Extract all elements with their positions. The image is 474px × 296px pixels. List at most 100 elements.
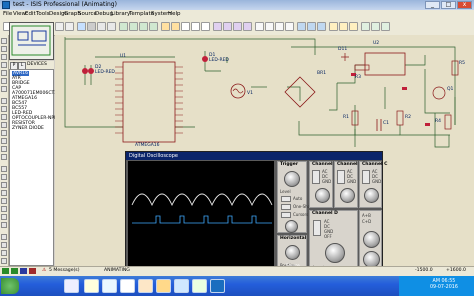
- rotate-cw-icon[interactable]: [1, 234, 7, 240]
- block-move-icon[interactable]: [223, 22, 232, 31]
- trigger-one-shot-switch[interactable]: [281, 204, 291, 210]
- menu-edit[interactable]: Edit: [25, 11, 36, 18]
- taskbar-folder-icon[interactable]: [156, 279, 171, 293]
- package-tool-icon[interactable]: [275, 22, 284, 31]
- taskbar-skype-icon[interactable]: [102, 279, 117, 293]
- digital-oscilloscope-window[interactable]: Digital Oscilloscope Trigger Level Auto …: [125, 151, 387, 273]
- trigger-source-knob[interactable]: [285, 220, 298, 233]
- component-mode-icon[interactable]: [1, 46, 7, 52]
- property-tool-icon[interactable]: [317, 22, 326, 31]
- 2d-line-mode-icon[interactable]: [1, 166, 7, 172]
- 2d-arc-mode-icon[interactable]: [1, 190, 7, 196]
- area-icon[interactable]: [65, 22, 74, 31]
- undo-icon[interactable]: [161, 22, 170, 31]
- search-icon[interactable]: [307, 22, 316, 31]
- new-sheet-icon[interactable]: [329, 22, 338, 31]
- cut-icon[interactable]: [181, 22, 190, 31]
- block-copy-icon[interactable]: [213, 22, 222, 31]
- maximize-button[interactable]: □: [441, 1, 456, 9]
- virtual-instruments-mode-icon[interactable]: [1, 154, 7, 160]
- close-button[interactable]: x: [457, 1, 472, 9]
- voltage-probe-mode-icon[interactable]: [1, 138, 7, 144]
- taskbar-media-icon[interactable]: [120, 279, 135, 293]
- bus-mode-icon[interactable]: [1, 78, 7, 84]
- origin-icon[interactable]: [97, 22, 106, 31]
- 2d-symbol-mode-icon[interactable]: [1, 214, 7, 220]
- current-probe-mode-icon[interactable]: [1, 146, 7, 152]
- taskbar-isis-icon[interactable]: [210, 279, 225, 293]
- play-icon[interactable]: [2, 268, 9, 274]
- trigger-auto-switch[interactable]: [281, 196, 291, 202]
- zoom-out-icon[interactable]: [129, 22, 138, 31]
- start-button[interactable]: [1, 278, 19, 294]
- tape-recorder-mode-icon[interactable]: [1, 122, 7, 128]
- print-icon[interactable]: [55, 22, 64, 31]
- channel-a-position-slider[interactable]: [312, 170, 320, 184]
- channel-d-volts-knob[interactable]: [325, 243, 345, 263]
- rotate-ccw-icon[interactable]: [1, 242, 7, 248]
- decompose-icon[interactable]: [285, 22, 294, 31]
- pick-device-icon[interactable]: [255, 22, 264, 31]
- paste-icon[interactable]: [201, 22, 210, 31]
- step-icon[interactable]: [11, 268, 18, 274]
- channel-a-volts-knob[interactable]: [315, 188, 330, 203]
- block-delete-icon[interactable]: [243, 22, 252, 31]
- pan-icon[interactable]: [107, 22, 116, 31]
- channel-b-volts-knob[interactable]: [340, 188, 355, 203]
- messages-count[interactable]: 5 Message(s): [49, 268, 80, 274]
- generator-mode-icon[interactable]: [1, 130, 7, 136]
- 2d-marker-mode-icon[interactable]: [1, 222, 7, 228]
- grid-icon[interactable]: [87, 22, 96, 31]
- erc-icon[interactable]: [371, 22, 380, 31]
- device-list[interactable]: AVR16 AYR BRIDGE CAP A700071EM006CT2/0 A…: [9, 69, 62, 266]
- list-item[interactable]: ZYNER DIODE: [12, 126, 44, 131]
- device-pins-mode-icon[interactable]: [1, 106, 7, 112]
- redo-icon[interactable]: [171, 22, 180, 31]
- channel-c-time-knob[interactable]: [363, 231, 380, 248]
- pause-icon[interactable]: [20, 268, 27, 274]
- menu-help[interactable]: Help: [168, 11, 181, 18]
- 2d-path-mode-icon[interactable]: [1, 198, 7, 204]
- goto-sheet-icon[interactable]: [349, 22, 358, 31]
- timebase-knob[interactable]: [285, 245, 300, 260]
- 2d-box-mode-icon[interactable]: [1, 174, 7, 180]
- netlist-ares-icon[interactable]: [381, 22, 390, 31]
- channel-c-position-slider[interactable]: [362, 170, 370, 184]
- remove-sheet-icon[interactable]: [339, 22, 348, 31]
- graph-mode-icon[interactable]: [1, 114, 7, 120]
- taskbar-app-icon[interactable]: [64, 279, 79, 293]
- trigger-level-knob[interactable]: [284, 171, 300, 187]
- copy-icon[interactable]: [191, 22, 200, 31]
- menu-file[interactable]: File: [3, 11, 12, 18]
- make-device-icon[interactable]: [265, 22, 274, 31]
- mirror-y-icon[interactable]: [1, 258, 7, 264]
- wire-label-mode-icon[interactable]: [1, 62, 7, 68]
- minimize-button[interactable]: _: [425, 1, 440, 9]
- menu-tools[interactable]: Tools: [36, 11, 50, 18]
- taskbar-explorer-icon[interactable]: [84, 279, 99, 293]
- channel-c-volts-knob[interactable]: [364, 188, 379, 203]
- mirror-x-icon[interactable]: [1, 250, 7, 256]
- selection-mode-icon[interactable]: [1, 38, 7, 44]
- 2d-circle-mode-icon[interactable]: [1, 182, 7, 188]
- taskbar-paint-icon[interactable]: [192, 279, 207, 293]
- text-script-mode-icon[interactable]: [1, 70, 7, 76]
- clock[interactable]: AM 06:55 09-07-2016: [430, 279, 458, 291]
- zoom-all-icon[interactable]: [139, 22, 148, 31]
- terminals-mode-icon[interactable]: [1, 98, 7, 104]
- menu-library[interactable]: Library: [111, 11, 130, 18]
- channel-b-position-slider[interactable]: [337, 170, 345, 184]
- junction-mode-icon[interactable]: [1, 54, 7, 60]
- 2d-text-mode-icon[interactable]: [1, 206, 7, 212]
- taskbar-chrome-icon[interactable]: [138, 279, 153, 293]
- subcircuit-mode-icon[interactable]: [1, 86, 7, 92]
- channel-d-position-slider[interactable]: [313, 220, 321, 236]
- refresh-icon[interactable]: [77, 22, 86, 31]
- stop-icon[interactable]: [29, 268, 36, 274]
- wire-autorouter-icon[interactable]: [297, 22, 306, 31]
- zoom-in-icon[interactable]: [119, 22, 128, 31]
- taskbar-word-icon[interactable]: [174, 279, 189, 293]
- zoom-area-icon[interactable]: [149, 22, 158, 31]
- overview-window[interactable]: [9, 22, 54, 60]
- block-rotate-icon[interactable]: [233, 22, 242, 31]
